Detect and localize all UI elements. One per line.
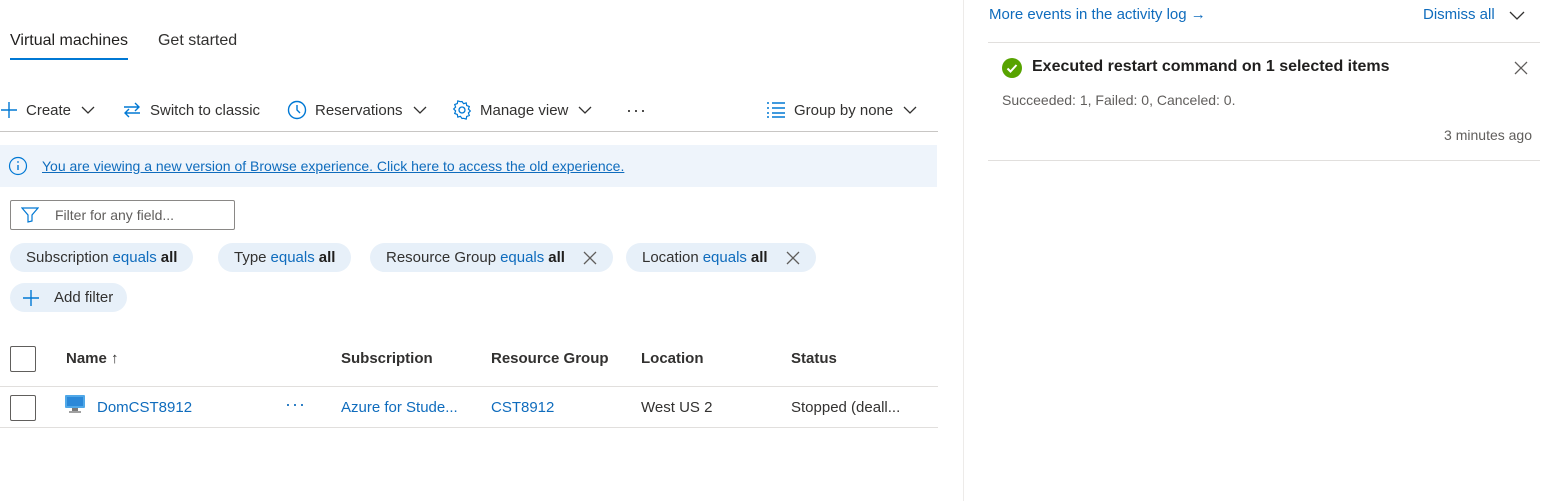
tab-get-started[interactable]: Get started (158, 32, 237, 60)
filter-pill-subscription[interactable]: Subscription equals all (10, 243, 194, 272)
pill-field: Subscription (26, 249, 109, 266)
pill-operator: equals (500, 249, 545, 266)
chevron-down-icon (578, 106, 592, 114)
list-icon (767, 102, 785, 118)
gear-icon (452, 100, 472, 120)
notification-body: Succeeded: 1, Failed: 0, Canceled: 0. (1002, 92, 1236, 108)
column-header-status[interactable]: Status (791, 350, 837, 367)
header-divider (0, 386, 938, 387)
vm-name-link[interactable]: DomCST8912 (97, 399, 192, 416)
group-by-dropdown[interactable]: Group by none (766, 98, 917, 122)
row-divider (0, 427, 938, 428)
close-icon (786, 251, 800, 264)
notification-divider (988, 160, 1540, 161)
filter-pill-type[interactable]: Type equals all (218, 243, 352, 272)
close-notification-icon[interactable] (1514, 61, 1528, 75)
filter-field[interactable] (10, 200, 235, 230)
vm-browse-pane: Virtual machines Get started Create Swit… (0, 0, 940, 501)
old-experience-link[interactable]: You are viewing a new version of Browse … (42, 158, 624, 174)
pill-field: Resource Group (386, 249, 497, 266)
pill-value: all (750, 249, 768, 266)
switch-to-classic-button[interactable]: Switch to classic (122, 98, 260, 122)
resource-group-link[interactable]: CST8912 (491, 399, 554, 416)
row-checkbox[interactable] (10, 395, 36, 421)
filter-input[interactable] (55, 207, 215, 223)
pill-value: all (160, 249, 178, 266)
success-check-icon (1002, 58, 1022, 78)
notification-time: 3 minutes ago (1444, 127, 1532, 143)
chevron-down-icon (1509, 11, 1525, 20)
add-filter-label: Add filter (54, 289, 114, 306)
subscription-link[interactable]: Azure for Stude... (341, 399, 458, 416)
create-button[interactable]: Create (0, 98, 95, 122)
chevron-down-icon (413, 106, 427, 114)
plus-icon (23, 289, 39, 306)
row-actions-button[interactable]: ··· (285, 394, 306, 415)
switch-arrows-icon (124, 102, 140, 118)
manage-view-button[interactable]: Manage view (452, 98, 592, 122)
close-icon (583, 251, 597, 264)
pill-field: Location (642, 249, 699, 266)
more-commands-button[interactable]: ··· (626, 98, 647, 122)
pill-value: all (548, 249, 565, 266)
info-icon (8, 156, 28, 176)
activity-log-link[interactable]: More events in the activity log → (989, 6, 1206, 23)
pill-value: all (318, 249, 336, 266)
create-label: Create (26, 101, 72, 119)
remove-filter-button[interactable] (583, 251, 597, 265)
vm-icon (64, 394, 86, 418)
clock-icon (287, 100, 307, 120)
info-banner: You are viewing a new version of Browse … (0, 145, 937, 187)
chevron-down-icon (81, 106, 95, 114)
column-header-subscription[interactable]: Subscription (341, 350, 433, 367)
tab-virtual-machines[interactable]: Virtual machines (10, 32, 128, 60)
chevron-down-icon (903, 106, 917, 114)
location-cell: West US 2 (641, 399, 713, 416)
filter-icon (21, 207, 39, 223)
pill-operator: equals (270, 249, 315, 266)
column-header-resource-group[interactable]: Resource Group (491, 350, 609, 367)
reservations-label: Reservations (315, 101, 403, 119)
notification-title: Executed restart command on 1 selected i… (1032, 58, 1390, 75)
filter-pill-location[interactable]: Location equals all (626, 243, 816, 272)
reservations-button[interactable]: Reservations (287, 98, 427, 122)
add-filter-button[interactable]: Add filter (10, 283, 128, 312)
tab-bar: Virtual machines Get started (10, 32, 237, 60)
select-all-checkbox[interactable] (10, 346, 36, 372)
plus-icon (1, 102, 17, 118)
column-header-name[interactable]: Name ↑ (66, 350, 119, 367)
switch-to-classic-label: Switch to classic (150, 101, 261, 119)
pill-operator: equals (112, 249, 157, 266)
filter-pill-resource-group[interactable]: Resource Group equals all (370, 243, 613, 272)
pill-field: Type (234, 249, 267, 266)
pill-operator: equals (702, 249, 747, 266)
notifications-panel: More events in the activity log → Dismis… (963, 0, 1556, 501)
group-by-label: Group by none (794, 101, 894, 119)
remove-filter-button[interactable] (786, 251, 800, 265)
panel-divider (988, 42, 1540, 43)
status-cell: Stopped (deall... (791, 399, 901, 416)
dismiss-all-label: Dismiss all (1423, 6, 1495, 23)
command-bar: Create Switch to classic Reservations Ma… (0, 94, 938, 132)
dismiss-all-button[interactable]: Dismiss all (1423, 6, 1525, 23)
column-header-location[interactable]: Location (641, 350, 704, 367)
manage-view-label: Manage view (480, 101, 569, 119)
